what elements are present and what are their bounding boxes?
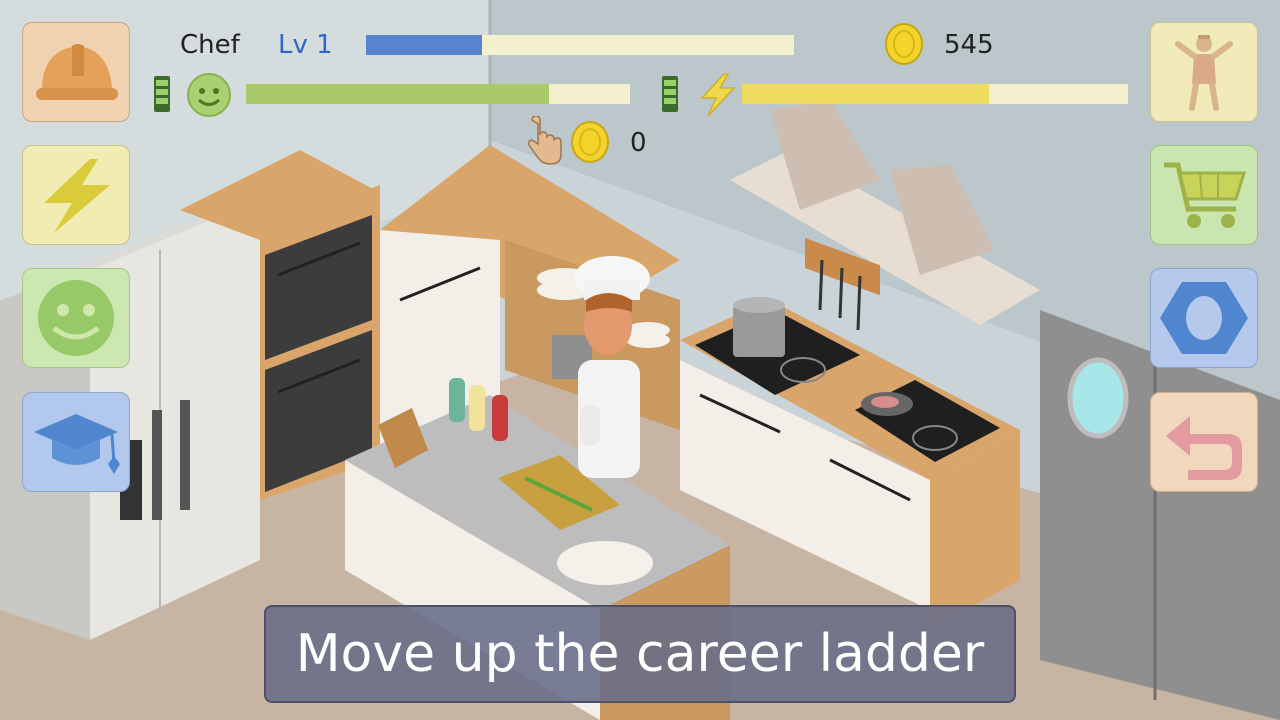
caption-text: Move up the career ladder [295,624,985,684]
settings-button[interactable] [1150,268,1258,368]
xp-progress-bar [366,35,794,55]
xp-progress-fill [366,35,482,55]
mood-button[interactable] [22,268,130,368]
energy-progress-fill [742,84,990,104]
graduation-cap-icon [34,414,120,474]
education-button[interactable] [22,392,130,492]
shopping-cart-icon [1164,162,1247,228]
job-button[interactable] [22,22,130,122]
level-label: Lv 1 [278,30,333,60]
tap-hand-icon [528,116,562,165]
coin-count: 545 [944,30,994,60]
mood-progress-bar [246,84,630,104]
hard-hat-icon [36,44,118,100]
shop-button[interactable] [1150,145,1258,245]
energy-progress-bar [742,84,1128,104]
hex-nut-icon [1160,282,1248,354]
energy-button[interactable] [22,145,130,245]
coin-icon [571,121,609,163]
back-arrow-icon [1166,416,1242,480]
back-button[interactable] [1150,392,1258,492]
character-button[interactable] [1150,22,1258,122]
character-icon [1175,35,1233,111]
lightning-icon [44,159,110,233]
caption-banner: Move up the career ladder [264,605,1016,703]
battery-icon [154,76,170,112]
coin-icon [885,23,923,65]
mood-progress-fill [246,84,550,104]
smiley-icon [187,73,231,117]
lightning-icon [700,73,736,117]
smiley-icon [38,280,114,356]
tap-coin-count: 0 [630,128,647,158]
battery-icon [662,76,678,112]
job-title: Chef [180,30,240,60]
